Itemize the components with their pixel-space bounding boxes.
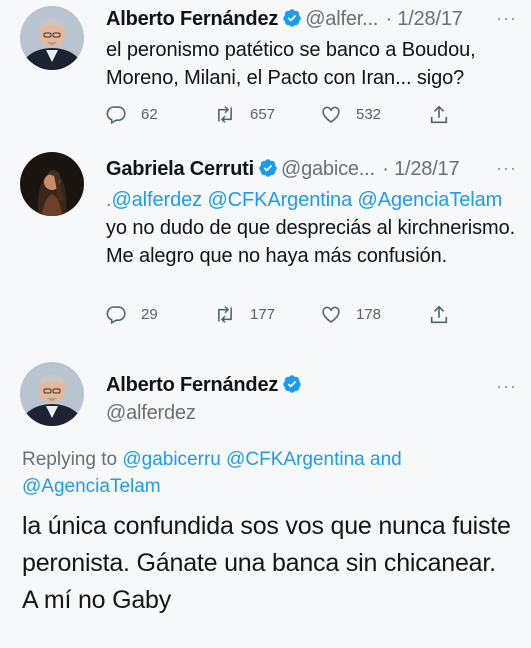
like-button[interactable]: 178 (320, 304, 381, 325)
avatar[interactable] (20, 152, 84, 216)
author-handle[interactable]: @alfer... (305, 8, 378, 30)
share-icon (430, 105, 448, 124)
tweet-2[interactable]: Gabriela Cerruti @gabice... · 1/28/17 ···… (0, 140, 531, 340)
reply-button[interactable]: 62 (106, 104, 158, 125)
tweet-header: Gabriela Cerruti @gabice... · 1/28/17 (106, 158, 460, 181)
verified-badge-icon (283, 9, 301, 27)
reply-count: 62 (141, 106, 158, 123)
tweet-text: la única confundida sos vos que nunca fu… (22, 512, 511, 614)
tweet-text: .@alferdez @CFKArgentina @AgenciaTelam y… (106, 186, 524, 270)
reply-count: 29 (141, 306, 158, 323)
replying-to-users[interactable]: @gabicerru @CFKArgentina (122, 449, 364, 470)
tweet-mentions[interactable]: .@alferdez @CFKArgentina @AgenciaTelam (106, 189, 502, 211)
retweet-count: 177 (250, 306, 276, 323)
retweet-count: 657 (250, 106, 276, 123)
author-handle[interactable]: @alferdez (106, 402, 196, 425)
share-icon (430, 305, 448, 324)
tweet-header: Alberto Fernández (106, 374, 305, 397)
verified-badge-icon (259, 159, 277, 177)
tweet-date[interactable]: · 1/28/17 (382, 158, 459, 180)
share-button[interactable] (428, 104, 464, 126)
tweet-header: Alberto Fernández @alfer... · 1/28/17 (106, 8, 463, 31)
like-count: 532 (356, 106, 382, 123)
like-button[interactable]: 532 (320, 104, 381, 125)
avatar-photo (20, 152, 84, 216)
more-icon[interactable]: ··· (496, 376, 517, 397)
tweet-text: el peronismo patético se banco a Boudou,… (106, 39, 476, 89)
replying-to-and: and (370, 449, 402, 470)
more-icon[interactable]: ··· (496, 158, 517, 179)
avatar[interactable] (20, 362, 84, 426)
more-icon[interactable]: ··· (496, 8, 517, 29)
retweet-icon (218, 306, 232, 323)
author-handle[interactable]: @gabice... (281, 158, 375, 180)
author-name[interactable]: Alberto Fernández (106, 8, 278, 30)
author-name[interactable]: Gabriela Cerruti (106, 158, 254, 180)
tweet-3[interactable]: Alberto Fernández @alferdez ··· Replying… (0, 340, 531, 648)
retweet-icon (218, 106, 232, 123)
replying-to: Replying to @gabicerru @CFKArgentina and… (22, 446, 512, 500)
tweet-date[interactable]: · 1/28/17 (386, 8, 463, 30)
tweet-text-body: yo no dudo de que despreciás al kirchner… (106, 217, 516, 267)
tweet-actions: 29 177 178 (106, 304, 516, 330)
reply-icon (106, 306, 126, 325)
avatar-photo (20, 362, 84, 426)
like-count: 178 (356, 306, 382, 323)
author-name[interactable]: Alberto Fernández (106, 374, 278, 396)
verified-badge-icon (283, 375, 301, 393)
reply-button[interactable]: 29 (106, 304, 158, 325)
tweet-actions: 62 657 532 (106, 104, 516, 130)
replying-to-prefix: Replying to (22, 449, 118, 470)
share-button[interactable] (428, 304, 464, 326)
avatar-photo (20, 6, 84, 70)
reply-icon (106, 106, 126, 125)
screenshot-frame: Alberto Fernández @alfer... · 1/28/17 ···… (0, 0, 531, 648)
replying-to-user-last[interactable]: @AgenciaTelam (22, 476, 161, 497)
retweet-button[interactable]: 657 (214, 104, 275, 125)
like-icon (322, 106, 340, 123)
retweet-button[interactable]: 177 (214, 304, 275, 325)
like-icon (322, 306, 340, 323)
avatar[interactable] (20, 6, 84, 70)
tweet-1[interactable]: Alberto Fernández @alfer... · 1/28/17 ···… (0, 0, 531, 140)
